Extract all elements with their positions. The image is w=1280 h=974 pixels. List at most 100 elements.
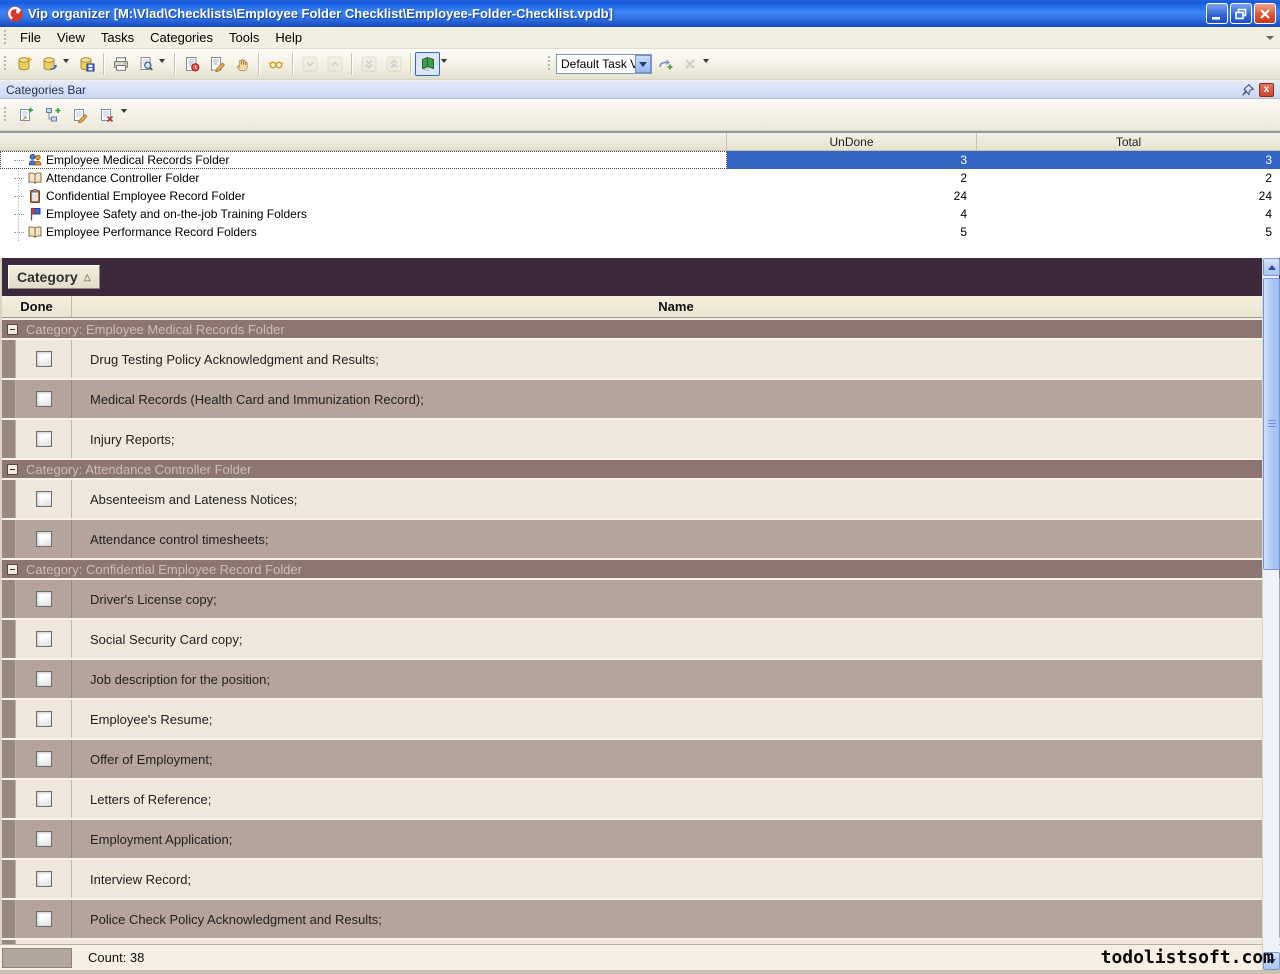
task-row[interactable]: Absenteeism and Lateness Notices;: [2, 478, 1264, 518]
category-row[interactable]: Employee Safety and on-the-job Training …: [0, 205, 1280, 223]
menu-item-view[interactable]: View: [49, 27, 93, 48]
new-task-button[interactable]: [179, 52, 204, 76]
column-header-task-name[interactable]: Name: [72, 296, 1280, 317]
task-row[interactable]: Employment Application;: [2, 818, 1264, 858]
task-row[interactable]: Attendance control timesheets;: [2, 518, 1264, 558]
combobox-dropdown-button[interactable]: [635, 55, 651, 73]
task-name[interactable]: Social Security Card copy;: [72, 620, 1264, 658]
category-row[interactable]: Employee Performance Record Folders55: [0, 223, 1280, 241]
open-database-button[interactable]: [37, 52, 62, 76]
menu-item-tools[interactable]: Tools: [221, 27, 267, 48]
toolbar-grip[interactable]: [3, 30, 8, 46]
task-name[interactable]: Absenteeism and Lateness Notices;: [72, 480, 1264, 518]
task-name[interactable]: Interview Record;: [72, 860, 1264, 898]
menu-item-help[interactable]: Help: [267, 27, 310, 48]
category-name-cell[interactable]: Attendance Controller Folder: [0, 169, 727, 187]
edit-category-button[interactable]: [66, 102, 93, 128]
done-checkbox[interactable]: [36, 631, 52, 647]
dropdown-caret-icon[interactable]: [63, 59, 69, 63]
dropdown-caret-icon[interactable]: [703, 59, 709, 63]
task-view-combobox[interactable]: Default Task View: [556, 54, 652, 74]
task-row[interactable]: Letters of Reference;: [2, 778, 1264, 818]
print-preview-button[interactable]: [133, 52, 158, 76]
task-name[interactable]: Driver's License copy;: [72, 580, 1264, 618]
task-row[interactable]: Driver's License copy;: [2, 578, 1264, 618]
collapse-icon[interactable]: [7, 464, 18, 475]
category-name-cell[interactable]: Employee Safety and on-the-job Training …: [0, 205, 727, 223]
category-name-cell[interactable]: Employee Performance Record Folders: [0, 223, 727, 241]
dropdown-caret-icon[interactable]: [159, 59, 165, 63]
edit-task-button[interactable]: [204, 52, 229, 76]
task-row[interactable]: Medical Records (Health Card and Immuniz…: [2, 378, 1264, 418]
menu-item-categories[interactable]: Categories: [142, 27, 221, 48]
drag-task-button[interactable]: [229, 52, 254, 76]
save-database-button[interactable]: [74, 52, 99, 76]
print-button[interactable]: [108, 52, 133, 76]
task-name[interactable]: Offer of Employment;: [72, 740, 1264, 778]
close-icon[interactable]: x: [1259, 83, 1274, 97]
group-header-row[interactable]: Category: Attendance Controller Folder: [2, 458, 1280, 478]
task-row[interactable]: Police Check Policy Acknowledgment and R…: [2, 898, 1264, 938]
task-name[interactable]: Police Check Policy Acknowledgment and R…: [72, 900, 1264, 938]
task-name[interactable]: Employee's Resume;: [72, 700, 1264, 738]
menu-overflow-icon[interactable]: [1266, 36, 1274, 40]
new-database-button[interactable]: [12, 52, 37, 76]
minimize-button[interactable]: [1206, 3, 1228, 24]
column-header-done[interactable]: Done: [2, 296, 72, 317]
done-checkbox[interactable]: [36, 671, 52, 687]
task-name[interactable]: Employment Application;: [72, 820, 1264, 858]
task-name[interactable]: Attendance control timesheets;: [72, 520, 1264, 558]
restore-button[interactable]: [1230, 3, 1252, 24]
task-row[interactable]: Employee's Resume;: [2, 698, 1264, 738]
category-row[interactable]: Confidential Employee Record Folder2424: [0, 187, 1280, 205]
task-name[interactable]: Job description for the position;: [72, 660, 1264, 698]
category-name-cell[interactable]: Confidential Employee Record Folder: [0, 187, 727, 205]
collapse-icon[interactable]: [7, 324, 18, 335]
task-row[interactable]: Job description for the position;: [2, 658, 1264, 698]
group-by-category-button[interactable]: Category △: [8, 265, 100, 289]
toolbar-grip[interactable]: [3, 107, 8, 123]
done-checkbox[interactable]: [36, 351, 52, 367]
task-row[interactable]: Interview Record;: [2, 858, 1264, 898]
task-view-button[interactable]: [415, 52, 440, 76]
task-name[interactable]: Medical Records (Health Card and Immuniz…: [72, 380, 1264, 418]
category-row[interactable]: Attendance Controller Folder22: [0, 169, 1280, 187]
pin-icon[interactable]: [1241, 83, 1255, 97]
done-checkbox[interactable]: [36, 911, 52, 927]
done-checkbox[interactable]: [36, 791, 52, 807]
task-row[interactable]: Injury Reports;: [2, 418, 1264, 458]
toolbar-grip[interactable]: [547, 56, 552, 72]
group-header-row[interactable]: Category: Confidential Employee Record F…: [2, 558, 1280, 578]
menu-item-file[interactable]: File: [12, 27, 49, 48]
done-checkbox[interactable]: [36, 391, 52, 407]
apply-view-button[interactable]: [652, 52, 677, 76]
category-row[interactable]: Employee Medical Records Folder33: [0, 151, 1280, 169]
task-row[interactable]: Offer of Employment;: [2, 738, 1264, 778]
toolbar-grip[interactable]: [3, 56, 8, 72]
task-name[interactable]: Letters of Reference;: [72, 780, 1264, 818]
scroll-up-button[interactable]: [1263, 258, 1280, 276]
category-name-cell[interactable]: Employee Medical Records Folder: [0, 151, 727, 169]
done-checkbox[interactable]: [36, 871, 52, 887]
task-row[interactable]: Social Security Card copy;: [2, 618, 1264, 658]
add-subcategory-button[interactable]: [39, 102, 66, 128]
done-checkbox[interactable]: [36, 711, 52, 727]
done-checkbox[interactable]: [36, 831, 52, 847]
scrollbar-thumb[interactable]: [1263, 278, 1280, 570]
delete-category-button[interactable]: [93, 102, 120, 128]
column-header-name[interactable]: [0, 133, 727, 150]
task-name[interactable]: Injury Reports;: [72, 420, 1264, 458]
done-checkbox[interactable]: [36, 531, 52, 547]
glasses-button[interactable]: [263, 52, 288, 76]
done-checkbox[interactable]: [36, 491, 52, 507]
dropdown-caret-icon[interactable]: [441, 59, 447, 63]
task-name[interactable]: Drug Testing Policy Acknowledgment and R…: [72, 340, 1264, 378]
close-button[interactable]: [1254, 3, 1276, 24]
column-header-total[interactable]: Total: [977, 133, 1280, 150]
done-checkbox[interactable]: [36, 751, 52, 767]
task-row[interactable]: Drug Testing Policy Acknowledgment and R…: [2, 338, 1264, 378]
done-checkbox[interactable]: [36, 431, 52, 447]
vertical-scrollbar[interactable]: [1262, 258, 1279, 970]
done-checkbox[interactable]: [36, 591, 52, 607]
add-category-button[interactable]: [12, 102, 39, 128]
